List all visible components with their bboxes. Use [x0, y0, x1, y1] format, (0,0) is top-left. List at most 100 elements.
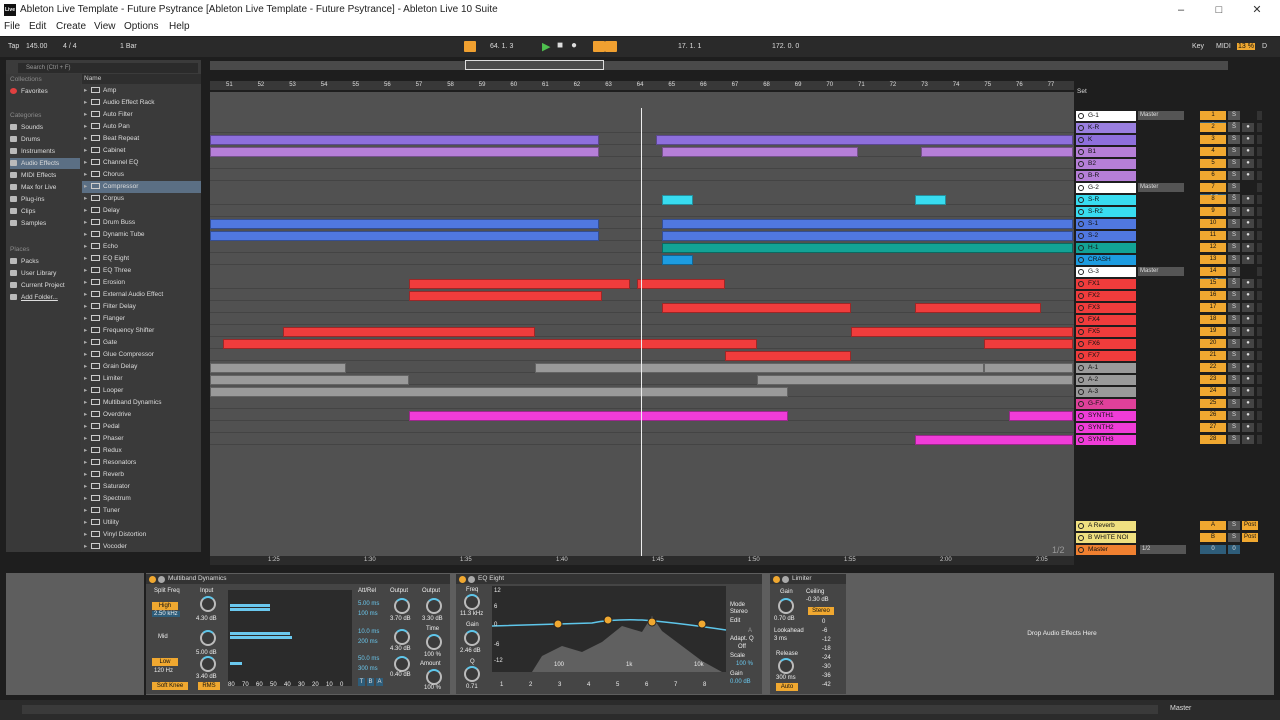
track-header[interactable]: H-1 12 S ● — [1074, 242, 1280, 253]
high-freq-value[interactable]: 2.50 kHz — [152, 611, 180, 617]
menu-options[interactable]: Options — [124, 21, 158, 32]
track-fold-icon[interactable] — [1078, 389, 1084, 395]
time-signature[interactable]: 4 / 4 — [63, 43, 77, 50]
track-header[interactable]: S-R 8 S ● — [1074, 194, 1280, 205]
browser-item[interactable]: ▸ Glue Compressor — [82, 349, 201, 361]
menu-edit[interactable]: Edit — [29, 21, 46, 32]
track-name[interactable]: FX5 — [1076, 327, 1136, 337]
browser-item-drums[interactable]: Drums — [10, 134, 40, 145]
arrangement-clip[interactable] — [409, 411, 789, 421]
arm-button[interactable]: ● — [1242, 159, 1254, 168]
browser-item[interactable]: ▸ Looper — [82, 385, 201, 397]
browser-item[interactable]: ▸ Spectrum — [82, 493, 201, 505]
name-column-header[interactable]: Name — [82, 74, 201, 84]
arrangement-clip[interactable] — [661, 231, 1073, 241]
expand-icon[interactable]: ▸ — [84, 217, 91, 229]
limiter-gain-knob[interactable] — [778, 598, 794, 614]
expand-icon[interactable]: ▸ — [84, 169, 91, 181]
arm-button[interactable]: ● — [1242, 171, 1254, 180]
track-fold-icon[interactable] — [1078, 137, 1084, 143]
limiter-on-icon[interactable] — [773, 576, 780, 583]
browser-item[interactable]: ▸ Auto Filter — [82, 109, 201, 121]
browser-item-user-library[interactable]: User Library — [10, 268, 56, 279]
expand-icon[interactable]: ▸ — [84, 457, 91, 469]
browser-item[interactable]: ▸ EQ Three — [82, 265, 201, 277]
output-knob[interactable] — [426, 598, 442, 614]
eq-edit-a-button[interactable]: A — [748, 628, 752, 634]
arm-button[interactable]: ● — [1242, 279, 1254, 288]
arrangement-tracks[interactable] — [210, 92, 1074, 556]
track-name[interactable]: S-R2 — [1076, 207, 1136, 217]
solo-button[interactable]: S — [1228, 243, 1240, 252]
track-lane[interactable] — [210, 350, 1074, 361]
device-fold-icon[interactable] — [158, 576, 165, 583]
return-name[interactable]: Master — [1076, 545, 1136, 555]
track-name[interactable]: A-3 — [1076, 387, 1136, 397]
browser-item[interactable]: ▸ Auto Pan — [82, 121, 201, 133]
expand-icon[interactable]: ▸ — [84, 541, 91, 552]
expand-icon[interactable]: ▸ — [84, 181, 91, 193]
browser-item[interactable]: ▸ Vocoder — [82, 541, 201, 552]
track-name[interactable]: S-1 — [1076, 219, 1136, 229]
track-name[interactable]: B2 — [1076, 159, 1136, 169]
eq-band-button[interactable]: 6 — [645, 682, 648, 688]
track-header[interactable]: S-R2 9 S ● — [1074, 206, 1280, 217]
track-fold-icon[interactable] — [1078, 329, 1084, 335]
track-activator-button[interactable]: 9 — [1200, 207, 1226, 216]
tempo-field[interactable]: 145.00 — [26, 43, 47, 50]
menu-help[interactable]: Help — [169, 21, 190, 32]
solo-button[interactable]: S — [1228, 159, 1240, 168]
expand-icon[interactable]: ▸ — [84, 385, 91, 397]
arm-button[interactable]: ● — [1242, 435, 1254, 444]
solo-button[interactable]: S — [1228, 183, 1240, 192]
release-low-value[interactable]: 300 ms — [358, 666, 378, 672]
expand-icon[interactable]: ▸ — [84, 301, 91, 313]
arrangement-clip[interactable] — [222, 339, 757, 349]
solo-button[interactable]: S — [1228, 327, 1240, 336]
follow-button[interactable] — [464, 41, 476, 52]
t-button[interactable]: T — [358, 678, 365, 686]
arrangement-clip[interactable] — [210, 231, 599, 241]
high-band-button[interactable]: High — [152, 602, 178, 610]
eq-q-knob[interactable] — [464, 666, 480, 682]
menu-view[interactable]: View — [94, 21, 116, 32]
soft-knee-button[interactable]: Soft Knee — [152, 682, 188, 690]
track-activator-button[interactable]: 27 — [1200, 423, 1226, 432]
expand-icon[interactable]: ▸ — [84, 517, 91, 529]
track-header[interactable]: FX3 17 S ● — [1074, 302, 1280, 313]
arm-button[interactable]: ● — [1242, 231, 1254, 240]
track-header[interactable]: A-1 22 S ● — [1074, 362, 1280, 373]
solo-button[interactable]: S — [1228, 279, 1240, 288]
track-header[interactable]: CRASH 13 S ● — [1074, 254, 1280, 265]
arrangement-overview[interactable] — [210, 60, 1228, 70]
track-header[interactable]: B1 4 S ● — [1074, 146, 1280, 157]
track-activator-button[interactable]: 18 — [1200, 315, 1226, 324]
arrangement-clip[interactable] — [282, 327, 536, 337]
track-activator-button[interactable]: 4 — [1200, 147, 1226, 156]
track-activator-button[interactable]: 6 — [1200, 171, 1226, 180]
eq-display[interactable] — [492, 586, 726, 672]
browser-item[interactable]: ▸ Echo — [82, 241, 201, 253]
time-knob[interactable] — [426, 634, 442, 650]
expand-icon[interactable]: ▸ — [84, 277, 91, 289]
output-mid-knob[interactable] — [394, 629, 410, 645]
track-fold-icon[interactable] — [1078, 245, 1084, 251]
track-activator-button[interactable]: 25 — [1200, 399, 1226, 408]
track-activator-button[interactable]: 2 — [1200, 123, 1226, 132]
return-fold-icon[interactable] — [1078, 523, 1084, 529]
track-header[interactable]: FX4 18 S ● — [1074, 314, 1280, 325]
track-fold-icon[interactable] — [1078, 317, 1084, 323]
track-header[interactable]: FX5 19 S ● — [1074, 326, 1280, 337]
pre-post-button[interactable]: Post — [1242, 521, 1258, 530]
arrangement-clip[interactable] — [210, 363, 346, 373]
eq-band-button[interactable]: 1 — [500, 682, 503, 688]
expand-icon[interactable]: ▸ — [84, 157, 91, 169]
solo-button[interactable]: S — [1228, 435, 1240, 444]
track-name[interactable]: K — [1076, 135, 1136, 145]
arm-button[interactable]: ● — [1242, 303, 1254, 312]
track-header[interactable]: A-3 24 S ● — [1074, 386, 1280, 397]
solo-button[interactable]: S — [1228, 375, 1240, 384]
arrangement-clip[interactable] — [1009, 411, 1073, 421]
browser-item[interactable]: ▸ Cabinet — [82, 145, 201, 157]
track-activator-button[interactable]: 19 — [1200, 327, 1226, 336]
